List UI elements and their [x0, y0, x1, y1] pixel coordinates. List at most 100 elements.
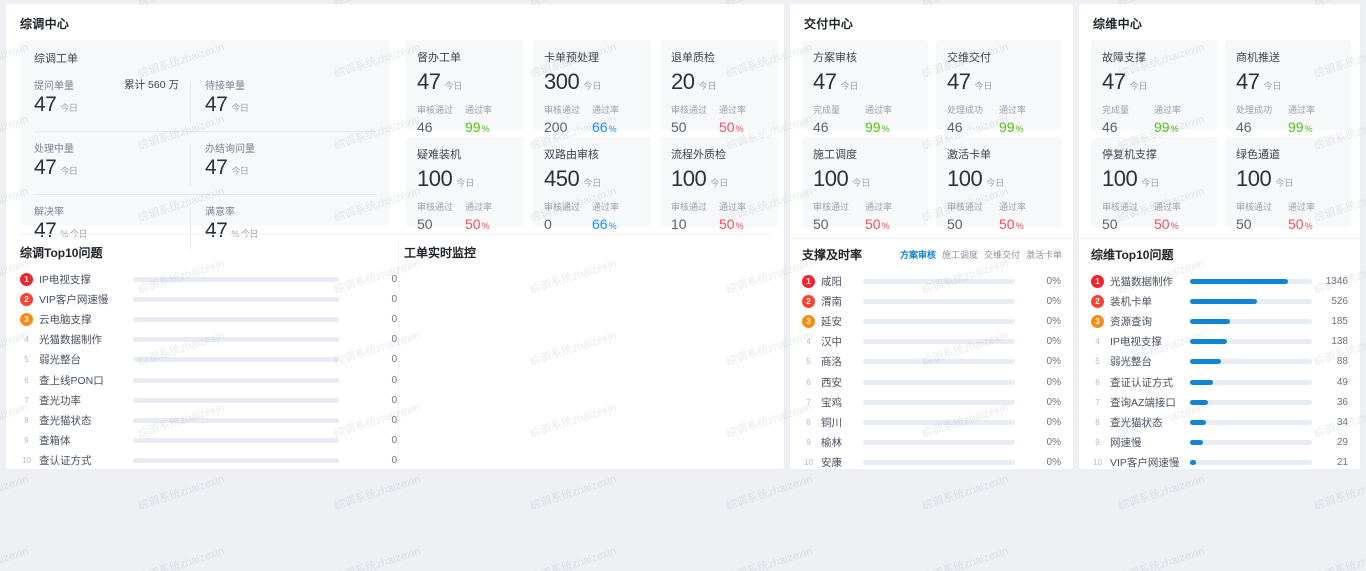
rank-list-item[interactable]: 9 网速慢 29: [1091, 433, 1351, 453]
metric-sub-value: 10: [671, 216, 687, 232]
rank-list-item[interactable]: 7 宝鸡 0%: [802, 392, 1064, 412]
metric-tile[interactable]: 流程外质检 100 今日 审核通过 10 通过率 50%: [660, 137, 778, 232]
rank-list-item[interactable]: 10 查认证方式 0: [20, 451, 398, 471]
summary-divider: [34, 131, 376, 132]
rank-item-label: VIP客户网速慢: [1110, 457, 1180, 470]
summary-cell[interactable]: 待接单量 47 今日: [205, 77, 376, 129]
summary-cell-label: 处理中量: [34, 144, 74, 155]
rank-list-item[interactable]: 5 弱光整台 88: [1091, 352, 1351, 372]
rank-list-item[interactable]: 1 IP电视支撑 0: [20, 269, 398, 289]
rank-list-item[interactable]: 7 查询AZ端接口 36: [1091, 392, 1351, 412]
metric-tile[interactable]: 施工调度 100 今日 审核通过 50 通过率 50%: [802, 137, 928, 232]
rank-bar-fill: [1190, 339, 1227, 345]
rank-item-value: 0: [391, 374, 397, 386]
rank-list-item[interactable]: 3 资源查询 185: [1091, 311, 1351, 331]
chart-dispatch-top10: 综调Top10问题 1 IP电视支撑 0 2 VIP客户网速慢 0 3 云电脑支撑 0 4 光猫数据…: [20, 244, 398, 471]
rank-item-value: 0: [391, 414, 397, 426]
rank-list-item[interactable]: 4 光猫数据制作 0: [20, 330, 398, 350]
rank-list-item[interactable]: 9 查箱体 0: [20, 431, 398, 451]
metric-sub-pass: 完成量 46: [1102, 103, 1154, 135]
metric-tile[interactable]: 激活卡单 100 今日 审核通过 50 通过率 50%: [936, 137, 1062, 232]
rank-list-item[interactable]: 4 IP电视支撑 138: [1091, 332, 1351, 352]
metric-sub-rate: 通过率 50%: [465, 200, 513, 232]
summary-cell[interactable]: 处理中量 47 今日: [34, 140, 205, 192]
rank-list-item[interactable]: 6 西安 0%: [802, 372, 1064, 392]
metric-tile[interactable]: 商机推送 47 今日 处理成功 46 通过率 99%: [1225, 40, 1351, 135]
metric-sub-value: 50: [671, 119, 687, 135]
dashboard-bottom-row: 综调中心 工作台 运营管理: [0, 474, 1366, 534]
delivery-divider: [790, 238, 1073, 239]
metric-tile[interactable]: 退单质检 20 今日 审核通过 50 通过率 50%: [660, 40, 778, 135]
metric-sub-label: 通过率: [1288, 202, 1316, 212]
rank-badge: 4: [806, 337, 811, 347]
metric-sub-rate: 通过率 99%: [999, 103, 1051, 135]
support-tab-2[interactable]: 交维交付: [984, 248, 1020, 261]
summary-cell-unit: 今日: [60, 103, 78, 113]
metric-tile-main: 20 今日: [671, 70, 767, 94]
rank-list-item[interactable]: 1 光猫数据制作 1346: [1091, 271, 1351, 291]
rank-list-item[interactable]: 2 VIP客户网速慢 0: [20, 289, 398, 309]
rank-list-item[interactable]: 7 查光功率 0: [20, 390, 398, 410]
rank-list-item[interactable]: 9 榆林 0%: [802, 433, 1064, 453]
rank-list-item[interactable]: 5 商洛 0%: [802, 352, 1064, 372]
rank-list-item[interactable]: 8 查光猫状态 0: [20, 410, 398, 430]
watermark-text: 综调系统zhaizexin: [724, 545, 814, 571]
rank-list-item[interactable]: 10 VIP客户网速慢 21: [1091, 453, 1351, 473]
support-tab-0[interactable]: 方案审核: [900, 248, 936, 261]
metric-sub-value: 50%: [999, 216, 1024, 232]
metric-tile[interactable]: 故障支撑 47 今日 完成量 46 通过率 99%: [1091, 40, 1217, 135]
metric-tile-sub: 审核通过 46 通过率 99%: [417, 103, 513, 135]
rank-bar-track: [863, 440, 1015, 446]
metric-sub-rate: 通过率 50%: [865, 200, 917, 232]
metric-sub-rate: 通过率 99%: [465, 103, 513, 135]
rank-list-item[interactable]: 2 渭南 0%: [802, 291, 1064, 311]
rank-list-item[interactable]: 2 装机卡单 526: [1091, 291, 1351, 311]
metric-tile[interactable]: 卡单预处理 300 今日 审核通过 200 通过率 66%: [533, 40, 651, 135]
rank-list-item[interactable]: 4 汉中 0%: [802, 332, 1064, 352]
metric-sub-value: 99%: [1154, 119, 1179, 135]
rank-list-item[interactable]: 6 查上线PON口 0: [20, 370, 398, 390]
metric-tile[interactable]: 双路由审核 450 今日 审核通过 0 通过率 66%: [533, 137, 651, 232]
rank-bar-track: [133, 438, 339, 444]
rank-list-item[interactable]: 5 弱光整台 0: [20, 350, 398, 370]
rank-badge: 10: [22, 456, 31, 466]
rank-item-value: 0%: [1046, 356, 1061, 368]
metric-tile[interactable]: 方案审核 47 今日 完成量 46 通过率 99%: [802, 40, 928, 135]
rank-list-item[interactable]: 10 安康 0%: [802, 453, 1064, 473]
panel-dispatch-center: 综调中心 综调工单 累计 560 万 提问单量 47 今日 待接单量 47 今日 处…: [6, 4, 784, 470]
rank-badge: 9: [806, 438, 811, 448]
rank-item-value: 36: [1336, 396, 1348, 408]
metric-sub-label: 审核通过: [417, 202, 454, 212]
rank-list-item[interactable]: 3 延安 0%: [802, 311, 1064, 331]
rank-bar-track: [133, 397, 339, 403]
summary-cell[interactable]: 累计 560 万 提问单量 47 今日: [34, 77, 205, 129]
rank-list-item[interactable]: 8 铜川 0%: [802, 412, 1064, 432]
metric-tile-unit: 今日: [852, 178, 871, 188]
metric-tile[interactable]: 疑难装机 100 今日 审核通过 50 通过率 50%: [406, 137, 524, 232]
metric-sub-rate: 通过率 50%: [1154, 200, 1206, 232]
metric-sub-label: 通过率: [999, 202, 1027, 212]
rank-list-item[interactable]: 8 查光猫状态 34: [1091, 412, 1351, 432]
metric-tile-main: 100 今日: [1102, 167, 1206, 191]
support-tab-3[interactable]: 激活卡单: [1026, 248, 1062, 261]
metric-sub-pass: 审核通过 50: [1102, 200, 1154, 232]
summary-cell[interactable]: 办结询问量 47 今日: [205, 140, 376, 192]
rank-list-item[interactable]: 6 查证认证方式 49: [1091, 372, 1351, 392]
metric-sub-value: 46: [1102, 119, 1118, 135]
metric-sub-value: 50: [947, 216, 963, 232]
rank-list-item[interactable]: 1 咸阳 0%: [802, 271, 1064, 291]
metric-tile[interactable]: 交维交付 47 今日 处理成功 46 通过率 99%: [936, 40, 1062, 135]
metric-sub-label: 通过率: [465, 202, 493, 212]
metric-sub-value: 99%: [1288, 119, 1313, 135]
support-tab-1[interactable]: 施工调度: [942, 248, 978, 261]
rank-list-item[interactable]: 3 云电脑支撑 0: [20, 309, 398, 329]
metric-tile[interactable]: 绿色通道 100 今日 审核通过 50 通过率 50%: [1225, 137, 1351, 232]
summary-cell-unit: 今日: [231, 103, 249, 113]
metric-tile[interactable]: 停复机支撑 100 今日 审核通过 50 通过率 50%: [1091, 137, 1217, 232]
rank-item-label: 光猫数据制作: [1110, 275, 1173, 288]
metric-tile[interactable]: 督办工单 47 今日 审核通过 46 通过率 99%: [406, 40, 524, 135]
metric-sub-value: 50%: [465, 216, 490, 232]
rank-bar-track: [1190, 318, 1312, 324]
rank-bar-track: [133, 296, 339, 302]
metric-sub-label: 审核通过: [671, 202, 708, 212]
